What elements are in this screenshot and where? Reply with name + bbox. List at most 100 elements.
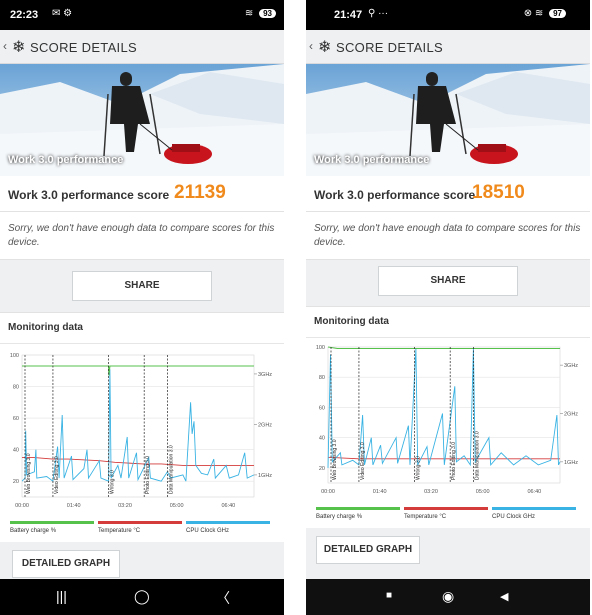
divider xyxy=(306,337,590,338)
monitoring-section: Monitoring data 100 80 60 40 20 3GHz 2GHz 1GHz 0… xyxy=(306,306,590,528)
android-nav-bar: ■ ◉ ◀ xyxy=(306,579,590,615)
monitoring-title: Monitoring data xyxy=(8,322,83,333)
back-icon[interactable]: ‹ xyxy=(309,39,313,53)
app-header: ‹ ❄ SCORE DETAILS xyxy=(0,30,284,64)
legend-battery-label: Battery charge % xyxy=(316,514,363,520)
segment-label: Web Browsing 3.0 xyxy=(332,439,338,480)
recent-apps-icon[interactable]: ||| xyxy=(56,588,67,604)
x-tick-label: 03:20 xyxy=(118,503,132,509)
segment-label: Data Manipulation 3.0 xyxy=(474,431,480,480)
system-icons: ⊗ ≋ 97 xyxy=(524,8,566,19)
x-tick-label: 00:00 xyxy=(15,503,29,509)
segment-label: Writing 3.0 xyxy=(110,470,116,494)
y-tick-label: 60 xyxy=(319,405,325,411)
android-nav-bar: ||| ◯ 〈 xyxy=(0,579,284,615)
legend-cpu-label: CPU Clock GHz xyxy=(186,528,230,534)
status-time: 21:47 xyxy=(334,9,363,21)
share-area: SHARE xyxy=(306,260,590,308)
y-tick-label: 40 xyxy=(319,436,325,442)
segment-label: Video Editing 3.0 xyxy=(54,456,60,494)
legend-temperature: Temperature °C xyxy=(98,521,182,534)
notification-icons: ✉ ⚙ xyxy=(52,8,73,19)
segment-label: Writing 3.0 xyxy=(416,456,422,480)
monitoring-chart: 100 80 60 40 20 3GHz 2GHz 1GHz 00:00 01:40 03:20 05… xyxy=(10,353,272,509)
back-nav-icon[interactable]: ◀ xyxy=(500,590,508,603)
score-value: 21139 xyxy=(174,182,226,203)
segment-label: Web Browsing 3.0 xyxy=(26,453,32,494)
home-icon[interactable]: ◉ xyxy=(442,588,454,605)
battery-icon: 97 xyxy=(549,9,566,18)
system-icons: ≋ 93 xyxy=(245,8,276,19)
share-area: SHARE xyxy=(0,260,284,308)
monitoring-chart: 100 80 60 40 20 3GHz 2GHz 1GHz 00:00 01:40 03:20 05… xyxy=(316,345,578,495)
score-label: Work 3.0 performance score xyxy=(8,188,170,202)
score-label: Work 3.0 performance score xyxy=(314,188,476,202)
detailed-graph-button[interactable]: DETAILED GRAPH xyxy=(12,550,120,578)
legend-battery: Battery charge % xyxy=(316,507,400,520)
legend-cpu-label: CPU Clock GHz xyxy=(492,514,536,520)
score-row: Work 3.0 performance score 21139 xyxy=(0,176,284,212)
segment-label: Photo Editing 3.0 xyxy=(145,456,151,494)
score-value: 18510 xyxy=(472,182,525,203)
legend-temperature-label: Temperature °C xyxy=(404,514,447,520)
page-title: SCORE DETAILS xyxy=(336,40,443,55)
wifi-icon: ≋ xyxy=(244,8,254,19)
mute-icon: ⊗ xyxy=(523,8,533,19)
page-title: SCORE DETAILS xyxy=(30,40,137,55)
compare-note: Sorry, we don't have enough data to comp… xyxy=(306,212,590,260)
legend-battery-swatch xyxy=(10,521,94,524)
detailed-area: DETAILED GRAPH xyxy=(0,542,284,579)
wifi-icon: ≋ xyxy=(534,8,544,19)
detailed-area: DETAILED GRAPH xyxy=(306,528,590,579)
legend-battery: Battery charge % xyxy=(10,521,94,534)
share-button[interactable]: SHARE xyxy=(72,271,212,301)
score-row: Work 3.0 performance score 18510 xyxy=(306,176,590,212)
x-tick-label: 05:00 xyxy=(170,503,184,509)
segment-label: Data Manipulation 3.0 xyxy=(168,445,174,494)
app-header: ‹ ❄ SCORE DETAILS xyxy=(306,30,590,64)
right-tick-label: 3GHz xyxy=(564,363,578,369)
legend-cpu-swatch xyxy=(186,521,270,524)
battery-icon: 93 xyxy=(259,9,276,18)
recent-apps-icon[interactable]: ■ xyxy=(386,590,392,601)
x-tick-label: 01:40 xyxy=(373,489,387,495)
hero-image: Work 3.0 performance xyxy=(0,64,284,176)
x-tick-label: 06:40 xyxy=(221,503,235,509)
hero-image: Work 3.0 performance xyxy=(306,64,590,176)
monitoring-section: Monitoring data 100 80 60 40 20 3GHz 2GHz 1GHz 0… xyxy=(0,312,284,542)
back-icon[interactable]: ‹ xyxy=(3,39,7,53)
detailed-graph-button[interactable]: DETAILED GRAPH xyxy=(316,536,420,564)
y-tick-label: 20 xyxy=(319,466,325,472)
x-tick-label: 06:40 xyxy=(527,489,541,495)
legend-cpu: CPU Clock GHz xyxy=(186,521,270,534)
y-tick-label: 100 xyxy=(10,353,19,359)
status-time: 22:23 xyxy=(10,9,39,21)
right-tick-label: 2GHz xyxy=(564,411,578,417)
legend-temperature-label: Temperature °C xyxy=(98,528,141,534)
legend-battery-swatch xyxy=(316,507,400,510)
segment-label: Video Editing 3.0 xyxy=(360,442,366,480)
legend-battery-label: Battery charge % xyxy=(10,528,57,534)
back-nav-icon[interactable]: 〈 xyxy=(216,588,230,608)
phone-right: 21:47 ⚲ ··· ⊗ ≋ 97 ‹ ❄ SCORE DETAILS Wor… xyxy=(306,0,590,615)
status-bar: 22:23 ✉ ⚙ ≋ 93 xyxy=(0,0,284,30)
home-icon[interactable]: ◯ xyxy=(134,588,150,605)
right-tick-label: 2GHz xyxy=(258,422,272,428)
share-button[interactable]: SHARE xyxy=(378,266,518,296)
y-tick-label: 80 xyxy=(319,375,325,381)
right-tick-label: 1GHz xyxy=(258,473,272,479)
y-tick-label: 40 xyxy=(13,448,19,454)
legend-temperature-swatch xyxy=(404,507,488,510)
legend-temperature-swatch xyxy=(98,521,182,524)
x-tick-label: 03:20 xyxy=(424,489,438,495)
legend-cpu: CPU Clock GHz xyxy=(492,507,576,520)
y-tick-label: 100 xyxy=(316,345,325,351)
y-tick-label: 60 xyxy=(13,416,19,422)
notification-icons: ⚲ ··· xyxy=(368,8,389,19)
monitoring-title: Monitoring data xyxy=(314,316,389,327)
right-tick-label: 1GHz xyxy=(564,460,578,466)
divider xyxy=(0,343,284,344)
legend-cpu-swatch xyxy=(492,507,576,510)
y-tick-label: 80 xyxy=(13,385,19,391)
x-tick-label: 05:00 xyxy=(476,489,490,495)
